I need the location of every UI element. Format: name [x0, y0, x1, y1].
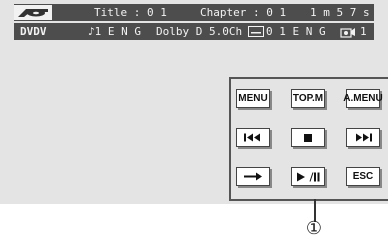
angle-number: 1 — [360, 25, 367, 38]
top-menu-button[interactable]: TOP.M — [291, 89, 325, 108]
audio-info-bar: DVDV ♪1 E N G Dolby D 5.0Ch 0 1 E N G 1 — [14, 23, 374, 40]
arrow-right-icon — [244, 172, 262, 181]
menu-button[interactable]: MENU — [236, 89, 270, 108]
audio-menu-button[interactable]: A.MENU — [343, 89, 383, 108]
escape-button[interactable]: ESC — [346, 167, 380, 186]
play-pause-button[interactable] — [291, 167, 325, 186]
stop-button[interactable] — [291, 128, 325, 147]
next-button[interactable] — [346, 128, 380, 147]
skip-back-icon — [244, 133, 260, 142]
next-page-button[interactable] — [236, 167, 270, 186]
subtitle-icon — [248, 26, 264, 41]
angle-icon — [340, 25, 356, 42]
control-panel: MENU TOP.M A.MENU ESC — [229, 77, 388, 201]
previous-button[interactable] — [236, 128, 270, 147]
dvd-screen: Title : 0 1 Chapter : 0 1 1 m 5 7 s DVDV… — [0, 0, 388, 204]
subtitle-label: 0 1 E N G — [266, 25, 326, 38]
status-bar: Title : 0 1 Chapter : 0 1 1 m 5 7 s — [14, 4, 374, 21]
title-label: Title : 0 1 — [94, 6, 167, 19]
audio-format: Dolby D 5.0Ch — [156, 25, 243, 38]
skip-forward-icon — [356, 133, 372, 142]
disc-icon — [14, 5, 52, 20]
stop-icon — [304, 133, 312, 142]
chapter-label: Chapter : 0 1 — [200, 6, 287, 19]
audio-track: ♪1 E N G — [88, 25, 141, 38]
callout-number: ① — [305, 218, 323, 239]
source-label: DVDV — [20, 25, 47, 38]
elapsed-time: 1 m 5 7 s — [310, 6, 370, 19]
play-pause-icon — [297, 171, 320, 182]
